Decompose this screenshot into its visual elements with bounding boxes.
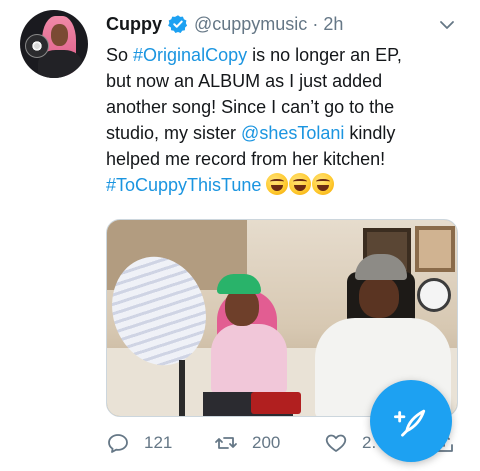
mention-link[interactable]: @shesTolani: [241, 123, 344, 143]
tweet-text-line: but now an ALBUM as I just added: [106, 71, 383, 91]
tweet-text: So #OriginalCopy is no longer an EP, but…: [106, 42, 466, 198]
compose-tweet-button[interactable]: [370, 380, 452, 462]
reply-icon: [108, 434, 128, 453]
retweet-button[interactable]: 200: [214, 430, 280, 456]
tweet-text-line: #ToCuppyThisTune: [106, 172, 466, 198]
header-separator: ·: [312, 13, 319, 34]
tweet-timestamp[interactable]: 2h: [323, 14, 343, 35]
avatar[interactable]: [20, 10, 88, 78]
retweet-count: 200: [252, 433, 281, 452]
tweet-header: Cuppy @cuppymusic · 2h: [106, 12, 343, 36]
grin-sweat-emoji-icon: [289, 173, 312, 195]
chevron-down-icon[interactable]: [436, 16, 458, 34]
heart-icon: [325, 434, 347, 452]
tweet-text-line: another song! Since I can’t go to the: [106, 97, 395, 117]
reply-button[interactable]: 121: [106, 430, 172, 456]
tweet-text-line: helped me record from her kitchen!: [106, 149, 386, 169]
author-name[interactable]: Cuppy: [106, 14, 162, 35]
rofl-emoji-icon: [312, 173, 335, 195]
hashtag-link[interactable]: #ToCuppyThisTune: [106, 175, 261, 195]
hashtag-link[interactable]: #OriginalCopy: [133, 45, 247, 65]
verified-badge-icon: [168, 15, 188, 33]
compose-feather-icon: [394, 409, 426, 437]
reply-count: 121: [144, 433, 173, 452]
like-button[interactable]: 2.: [324, 430, 376, 456]
joy-emoji-icon: [266, 173, 289, 195]
retweet-icon: [215, 437, 237, 449]
tweet[interactable]: Cuppy @cuppymusic · 2h So #OriginalCopy …: [0, 0, 480, 471]
author-handle[interactable]: @cuppymusic: [194, 14, 307, 35]
tweet-text-line: So #OriginalCopy is no longer an EP,: [106, 45, 402, 65]
tweet-text-line: studio, my sister @shesTolani kindly: [106, 123, 396, 143]
